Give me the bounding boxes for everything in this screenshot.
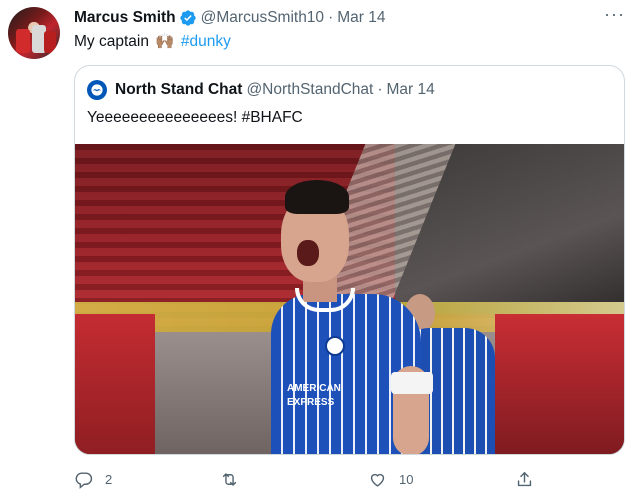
avatar-figure	[16, 29, 30, 53]
author-name[interactable]: Marcus Smith	[74, 9, 176, 27]
quoted-author-name[interactable]: North Stand Chat	[115, 81, 242, 99]
tweet-body: My captain	[74, 33, 149, 50]
like-count: 10	[399, 471, 414, 487]
quoted-author-avatar[interactable]	[87, 80, 107, 100]
retweet-button[interactable]	[220, 466, 251, 492]
like-button[interactable]: 10	[368, 466, 413, 492]
stadium-seats-left	[75, 314, 155, 454]
raised-hands-emoji: 🙌🏽	[155, 33, 175, 50]
quoted-tweet-photo[interactable]: AMERICAN EXPRESS	[75, 144, 624, 454]
reply-count: 2	[105, 471, 113, 487]
author-handle[interactable]: @MarcusSmith10	[201, 9, 324, 27]
quoted-tweet-date[interactable]: Mar 14	[387, 81, 435, 99]
avatar-figure	[44, 31, 56, 53]
quoted-tweet-header: North Stand Chat @NorthStandChat · Mar 1…	[87, 78, 435, 102]
celebrating-player: AMERICAN EXPRESS	[271, 176, 433, 454]
more-options-icon[interactable]: ···	[604, 5, 624, 28]
player-mouth	[297, 240, 319, 266]
separator-dot: ·	[377, 81, 383, 98]
hashtag-link[interactable]: #dunky	[181, 33, 231, 50]
quoted-author-handle[interactable]: @NorthStandChat	[246, 81, 373, 99]
tweet-action-bar: 2 10	[74, 466, 574, 492]
like-icon	[370, 473, 385, 487]
retweet-icon	[222, 472, 237, 486]
reply-button[interactable]: 2	[74, 466, 112, 492]
shirt-sponsor: AMERICAN EXPRESS	[287, 383, 341, 408]
player-hair	[285, 180, 349, 214]
seagull-logo-icon	[91, 84, 103, 96]
stadium-seats-right	[495, 314, 624, 454]
share-button[interactable]	[515, 466, 534, 492]
club-badge-icon	[325, 336, 345, 356]
reply-icon	[75, 471, 93, 489]
tweet-header: Marcus Smith @MarcusSmith10 · Mar 14	[74, 8, 385, 28]
tweet-date[interactable]: Mar 14	[337, 9, 385, 27]
verified-badge-icon	[179, 10, 196, 26]
separator-dot: ·	[328, 9, 334, 26]
tweet-text: My captain 🙌🏽 #dunky	[74, 32, 231, 52]
author-avatar[interactable]	[8, 7, 60, 59]
quoted-tweet-text: Yeeeeeeeeeeeeeees! #BHAFC	[87, 109, 303, 126]
quoted-tweet-card[interactable]: North Stand Chat @NorthStandChat · Mar 1…	[74, 65, 625, 455]
captain-armband	[391, 372, 433, 394]
share-icon	[517, 471, 532, 486]
